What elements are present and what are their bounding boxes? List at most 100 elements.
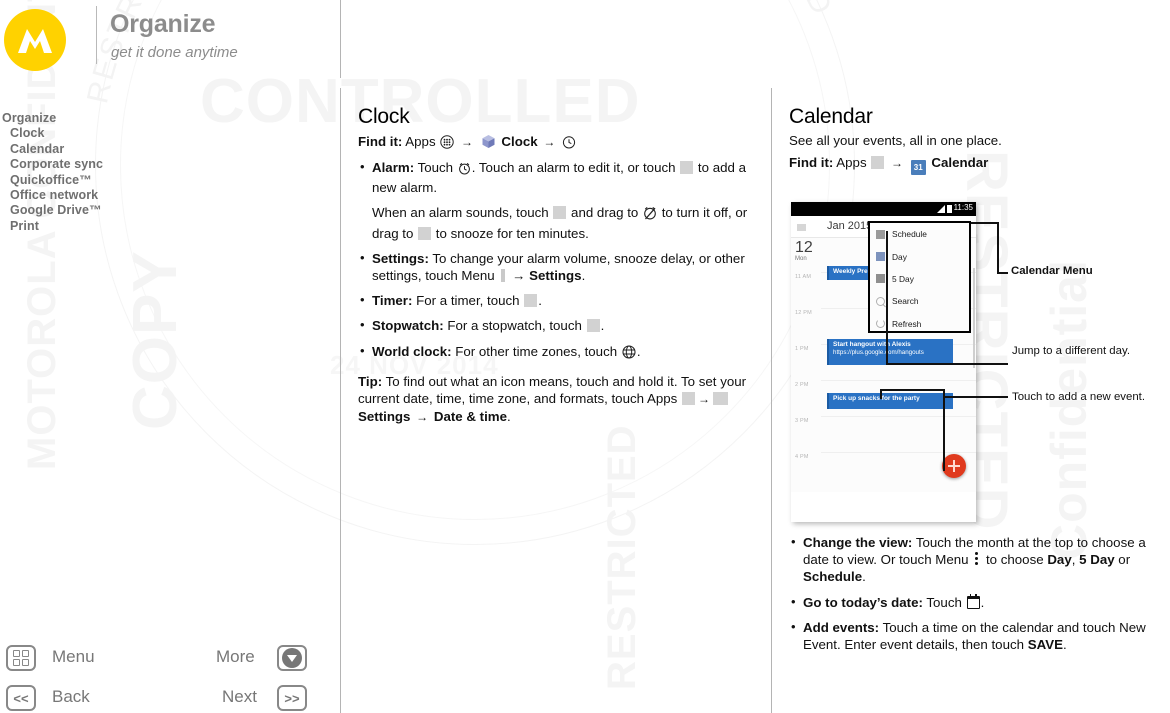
clock-bullet-alarm-text-a: Touch bbox=[414, 160, 457, 175]
clock-bullet-settings-bold[interactable]: Settings bbox=[529, 268, 581, 283]
toc-item-office-network[interactable]: Office network bbox=[2, 188, 103, 203]
menu-button[interactable] bbox=[6, 645, 36, 671]
chevron-down-icon bbox=[282, 648, 302, 668]
clock-bullet-list: Alarm: Touch . Touch an alarm to edit it… bbox=[358, 158, 758, 363]
apps-icon-calendar[interactable] bbox=[871, 156, 885, 169]
apps-grid-icon[interactable] bbox=[440, 135, 454, 154]
refresh-icon bbox=[876, 319, 885, 329]
clock-findit-label: Find it: bbox=[358, 134, 403, 149]
clock-findit-app[interactable]: Clock bbox=[501, 134, 537, 149]
alarm-off-icon[interactable] bbox=[643, 206, 657, 224]
settings-icon-tip[interactable] bbox=[712, 392, 728, 406]
next-button[interactable]: >> bbox=[277, 685, 307, 711]
clock-bullet-stopwatch-term: Stopwatch: bbox=[372, 318, 444, 334]
page-title: Organize bbox=[110, 10, 216, 38]
clock-alarm-subparagraph: When an alarm sounds, touch and drag to … bbox=[372, 204, 758, 241]
calendar-bullet-today-term: Go to today’s date: bbox=[803, 594, 923, 610]
clock-bullet-world-text-c: . bbox=[636, 343, 641, 359]
event-title: Pick up snacks for the party bbox=[833, 395, 920, 402]
clock-bullet-stopwatch: Stopwatch: For a stopwatch, touch . bbox=[358, 316, 758, 334]
calendar-heading: Calendar bbox=[789, 105, 873, 128]
today-date-icon[interactable] bbox=[966, 593, 980, 609]
time-label: 4 PM bbox=[795, 454, 809, 460]
callout-leader-menu-tail bbox=[997, 272, 1008, 274]
menu-item-5-day[interactable]: 5 Day bbox=[870, 268, 969, 290]
watermark-restricted-bottom: RESTRICTED bbox=[600, 424, 644, 690]
globe-icon[interactable] bbox=[622, 345, 636, 363]
calendar-bullet-add-text-c: . bbox=[1062, 637, 1067, 653]
day-name: Mon bbox=[795, 256, 807, 262]
alarm-clock-icon[interactable] bbox=[562, 135, 576, 154]
timer-icon[interactable] bbox=[524, 294, 538, 308]
calendar-lead: See all your events, all in one place. bbox=[789, 133, 1002, 148]
callout-label-add-event: Touch to add a new event. bbox=[1012, 391, 1145, 403]
calendar-view-5-day[interactable]: 5 Day bbox=[1079, 552, 1114, 567]
calendar-event[interactable]: Pick up snacks for the party bbox=[827, 393, 953, 409]
clock-tip-arrow-1: → bbox=[697, 392, 710, 407]
toc-item-google-drive[interactable]: Google Drive™ bbox=[2, 203, 103, 218]
battery-icon bbox=[947, 205, 952, 213]
clock-bullet-stopwatch-text-c: . bbox=[600, 318, 605, 334]
calendar-view-schedule[interactable]: Schedule bbox=[803, 569, 862, 584]
calendar-view-day[interactable]: Day bbox=[1047, 552, 1071, 567]
clock-bullet-timer: Timer: For a timer, touch . bbox=[358, 291, 758, 309]
menu-item-schedule[interactable]: Schedule bbox=[870, 223, 969, 245]
clock-bullet-settings: Settings: To change your alarm volume, s… bbox=[358, 249, 758, 284]
clock-tip-label: Tip: bbox=[358, 373, 383, 389]
toc-item-print[interactable]: Print bbox=[2, 219, 103, 234]
clock-app-icon[interactable] bbox=[481, 134, 496, 149]
clock-tip-date-time[interactable]: Date & time bbox=[434, 409, 507, 424]
overflow-menu-icon[interactable] bbox=[975, 552, 979, 566]
add-alarm-icon[interactable] bbox=[680, 161, 694, 174]
day-icon bbox=[876, 252, 885, 262]
menu-item-label: Schedule bbox=[892, 229, 927, 240]
apps-icon-tip[interactable] bbox=[681, 392, 695, 406]
toc-item-clock[interactable]: Clock bbox=[2, 126, 103, 141]
clock-bullet-alarm: Alarm: Touch . Touch an alarm to edit it… bbox=[358, 158, 758, 242]
back-button[interactable]: << bbox=[6, 685, 36, 711]
menu-icon[interactable] bbox=[501, 269, 506, 283]
toc-item-organize[interactable]: Organize bbox=[2, 111, 103, 126]
signal-icon bbox=[937, 205, 945, 213]
clock-bullet-world-term: World clock: bbox=[372, 343, 452, 359]
clock-tip-settings[interactable]: Settings bbox=[358, 409, 410, 424]
calendar-bullet-change-text-b: to choose bbox=[982, 552, 1048, 568]
scrollbar[interactable] bbox=[973, 268, 975, 368]
calendar-bullet-add-events: Add events: Touch a time on the calendar… bbox=[789, 618, 1170, 653]
hamburger-icon[interactable] bbox=[797, 224, 806, 231]
calendar-bullet-list: Change the view: Touch the month at the … bbox=[789, 533, 1170, 661]
time-label: 11 AM bbox=[795, 274, 812, 280]
toc-item-corporate-sync[interactable]: Corporate sync bbox=[2, 157, 103, 172]
grid-line bbox=[821, 380, 976, 381]
toc-item-quickoffice[interactable]: Quickoffice™ bbox=[2, 173, 103, 188]
calendar-menu-popup: Schedule Day 5 Day Search Refresh bbox=[868, 221, 971, 333]
alarm-drag-handle-icon[interactable] bbox=[553, 206, 567, 220]
time-gutter: 11 AM 12 PM 1 PM 2 PM 3 PM 4 PM bbox=[795, 274, 823, 490]
menu-item-day[interactable]: Day bbox=[870, 245, 969, 267]
calendar-findit-app[interactable]: Calendar bbox=[931, 155, 988, 170]
time-label: 2 PM bbox=[795, 382, 809, 388]
stopwatch-icon[interactable] bbox=[586, 319, 600, 333]
calendar-section: Calendar See all your events, all in one… bbox=[789, 105, 1170, 180]
clock-bullet-world-text-a: For other time zones, touch bbox=[451, 343, 621, 359]
calendar-event[interactable]: Start hangout with Alexis https://plus.g… bbox=[827, 339, 953, 365]
menu-button-label: Menu bbox=[52, 647, 95, 666]
toc-item-calendar[interactable]: Calendar bbox=[2, 142, 103, 157]
menu-item-refresh[interactable]: Refresh bbox=[870, 313, 969, 335]
clock-bullet-world-clock: World clock: For other time zones, touch… bbox=[358, 342, 758, 363]
alarm-icon-inline[interactable] bbox=[458, 162, 471, 179]
calendar-save-label[interactable]: SAVE bbox=[1028, 637, 1063, 652]
selected-day[interactable]: 12 Mon bbox=[795, 240, 813, 263]
menu-item-search[interactable]: Search bbox=[870, 290, 969, 312]
time-label: 1 PM bbox=[795, 346, 809, 352]
snooze-icon[interactable] bbox=[418, 226, 432, 240]
manual-page: RESTRICTED :: MOTOROLA CONFIDENTIAL :: R… bbox=[0, 0, 1170, 713]
month-label[interactable]: Jan 2015 bbox=[827, 220, 872, 232]
calendar-findit-apps: Apps bbox=[836, 155, 867, 170]
calendar-app-icon[interactable]: 31 bbox=[910, 160, 926, 175]
calendar-bullet-today: Go to today’s date: Touch . bbox=[789, 593, 1170, 611]
add-event-fab[interactable] bbox=[942, 454, 966, 478]
more-button[interactable] bbox=[277, 645, 307, 671]
clock-bullet-settings-arrow: → bbox=[508, 268, 530, 284]
alarm-sub-d: to snooze for ten minutes. bbox=[432, 225, 589, 241]
